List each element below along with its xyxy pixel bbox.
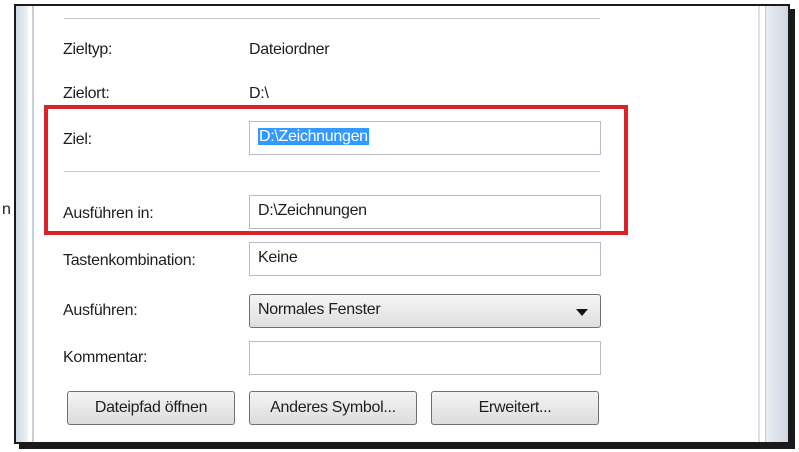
kommentar-input[interactable] (249, 341, 601, 375)
separator-middle (64, 171, 600, 173)
zielort-value: D:\ (249, 85, 269, 102)
separator-top (64, 18, 600, 20)
window-border-left (32, 6, 34, 442)
ziel-input[interactable]: D:\Zeichnungen (249, 121, 601, 155)
tastenkombination-label: Tastenkombination: (63, 252, 196, 269)
open-file-location-button[interactable]: Dateipfad öffnen (67, 391, 235, 425)
shortcut-properties-panel: Zieltyp: Dateiordner Zielort: D:\ Ziel: … (14, 4, 790, 444)
window-edge-left (16, 6, 28, 442)
zielort-label: Zielort: (63, 85, 110, 102)
ausfuehren-in-label: Ausführen in: (63, 205, 154, 222)
ausfuehren-select-value: Normales Fenster (258, 301, 381, 318)
ziel-label: Ziel: (63, 131, 92, 148)
ausfuehren-select[interactable]: Normales Fenster (249, 294, 601, 328)
window-border-right (758, 6, 760, 442)
ausfuehren-label: Ausführen: (63, 302, 138, 319)
advanced-button[interactable]: Erweitert... (431, 391, 599, 425)
kommentar-label: Kommentar: (63, 349, 148, 366)
window-edge-right (765, 6, 788, 442)
ziel-input-selected-text: D:\Zeichnungen (258, 128, 369, 145)
zieltyp-value: Dateiordner (249, 41, 330, 58)
zieltyp-label: Zieltyp: (63, 41, 113, 58)
chevron-down-icon (576, 309, 588, 316)
tastenkombination-input[interactable]: Keine (249, 242, 601, 276)
change-icon-button[interactable]: Anderes Symbol... (249, 391, 417, 425)
cropped-background-text: n (2, 201, 11, 218)
ausfuehren-in-input[interactable]: D:\Zeichnungen (249, 195, 601, 229)
